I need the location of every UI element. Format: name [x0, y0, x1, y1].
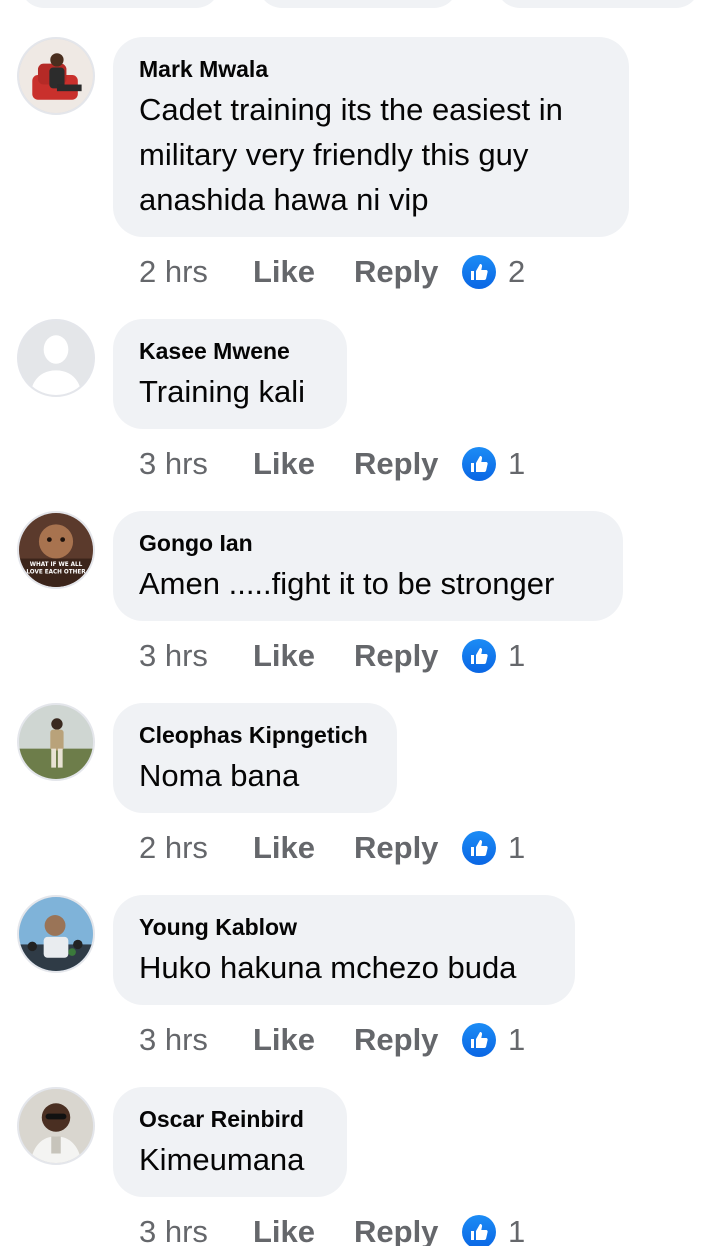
comment-actions: 3 hrs Like Reply 1 [139, 1212, 525, 1246]
reply-button[interactable]: Reply [354, 1022, 462, 1058]
comment-text-line: Noma bana [139, 758, 300, 793]
comment-text-line: Cadet training its the easiest in [139, 92, 563, 127]
comment-text-line: Amen .....fight it to be stronger [139, 566, 555, 601]
reaction-summary[interactable]: 1 [462, 1022, 525, 1058]
reply-button[interactable]: Reply [354, 254, 462, 290]
like-button[interactable]: Like [253, 638, 354, 674]
comment-time[interactable]: 2 hrs [139, 830, 253, 866]
comment-bubble[interactable]: Oscar Reinbird Kimeumana [113, 1087, 347, 1197]
comment-text-line: anashida hawa ni vip [139, 182, 429, 217]
avatar[interactable] [17, 703, 95, 781]
comment-text-line: Training kali [139, 374, 305, 409]
comment-text-line: Kimeumana [139, 1142, 305, 1177]
avatar[interactable] [17, 895, 95, 973]
comment-bubble[interactable]: Mark Mwala Cadet training its the easies… [113, 37, 629, 237]
reaction-count: 1 [508, 1022, 526, 1057]
avatar[interactable] [17, 319, 95, 397]
top-reaction-pill[interactable] [496, 0, 700, 8]
comment-bubble[interactable]: Gongo Ian Amen .....fight it to be stron… [113, 511, 623, 621]
avatar-photo [19, 1089, 93, 1163]
thumbs-up-icon [462, 255, 496, 289]
reaction-summary[interactable]: 1 [462, 446, 525, 482]
svg-text:WHAT IF WE ALL: WHAT IF WE ALL [30, 562, 83, 568]
thumbs-up-icon [462, 1023, 496, 1057]
comment-text-line: Huko hakuna mchezo buda [139, 950, 517, 985]
comment-author[interactable]: Oscar Reinbird [139, 1105, 321, 1133]
default-avatar-icon [19, 321, 93, 395]
comment-time[interactable]: 3 hrs [139, 638, 253, 674]
reaction-summary[interactable]: 2 [462, 254, 525, 290]
comment-actions: 2 hrs Like Reply 1 [139, 828, 525, 868]
comment-bubble[interactable]: Cleophas Kipngetich Noma bana [113, 703, 397, 813]
comment-time[interactable]: 3 hrs [139, 446, 253, 482]
like-button[interactable]: Like [253, 446, 354, 482]
reply-button[interactable]: Reply [354, 446, 462, 482]
comment-author[interactable]: Young Kablow [139, 913, 549, 941]
like-button[interactable]: Like [253, 1214, 354, 1246]
top-reaction-pill[interactable] [258, 0, 458, 8]
avatar-photo: WHAT IF WE ALL LOVE EACH OTHER [19, 513, 93, 587]
reply-button[interactable]: Reply [354, 830, 462, 866]
reaction-summary[interactable]: 1 [462, 1214, 525, 1246]
thumbs-up-icon [462, 831, 496, 865]
comment-time[interactable]: 2 hrs [139, 254, 253, 290]
like-button[interactable]: Like [253, 254, 354, 290]
reaction-count: 1 [508, 1214, 526, 1246]
comment-author[interactable]: Gongo Ian [139, 529, 597, 557]
comment-author[interactable]: Kasee Mwene [139, 337, 321, 365]
thumbs-up-icon [462, 447, 496, 481]
top-reaction-pill[interactable] [20, 0, 220, 8]
reply-button[interactable]: Reply [354, 638, 462, 674]
comments-page: Mark Mwala Cadet training its the easies… [0, 0, 719, 1246]
svg-text:LOVE EACH OTHER: LOVE EACH OTHER [26, 570, 86, 576]
reaction-count: 2 [508, 254, 526, 289]
reaction-summary[interactable]: 1 [462, 638, 525, 674]
like-button[interactable]: Like [253, 830, 354, 866]
comment-actions: 3 hrs Like Reply 1 [139, 636, 525, 676]
avatar[interactable]: WHAT IF WE ALL LOVE EACH OTHER [17, 511, 95, 589]
reply-button[interactable]: Reply [354, 1214, 462, 1246]
reaction-summary[interactable]: 1 [462, 830, 525, 866]
comment-author[interactable]: Cleophas Kipngetich [139, 721, 371, 749]
comment-bubble[interactable]: Kasee Mwene Training kali [113, 319, 347, 429]
comment-text-line: military very friendly this guy [139, 137, 529, 172]
like-button[interactable]: Like [253, 1022, 354, 1058]
avatar-photo [19, 897, 93, 971]
comment-actions: 2 hrs Like Reply 2 [139, 252, 525, 292]
thumbs-up-icon [462, 639, 496, 673]
comment-time[interactable]: 3 hrs [139, 1214, 253, 1246]
comment-actions: 3 hrs Like Reply 1 [139, 1020, 525, 1060]
reaction-count: 1 [508, 830, 526, 865]
avatar-photo [19, 705, 93, 779]
comment-time[interactable]: 3 hrs [139, 1022, 253, 1058]
comment-author[interactable]: Mark Mwala [139, 55, 603, 83]
thumbs-up-icon [462, 1215, 496, 1246]
comment-bubble[interactable]: Young Kablow Huko hakuna mchezo buda [113, 895, 575, 1005]
comment-actions: 3 hrs Like Reply 1 [139, 444, 525, 484]
reaction-count: 1 [508, 446, 526, 481]
reaction-count: 1 [508, 638, 526, 673]
avatar-photo [19, 39, 93, 113]
avatar[interactable] [17, 37, 95, 115]
avatar[interactable] [17, 1087, 95, 1165]
